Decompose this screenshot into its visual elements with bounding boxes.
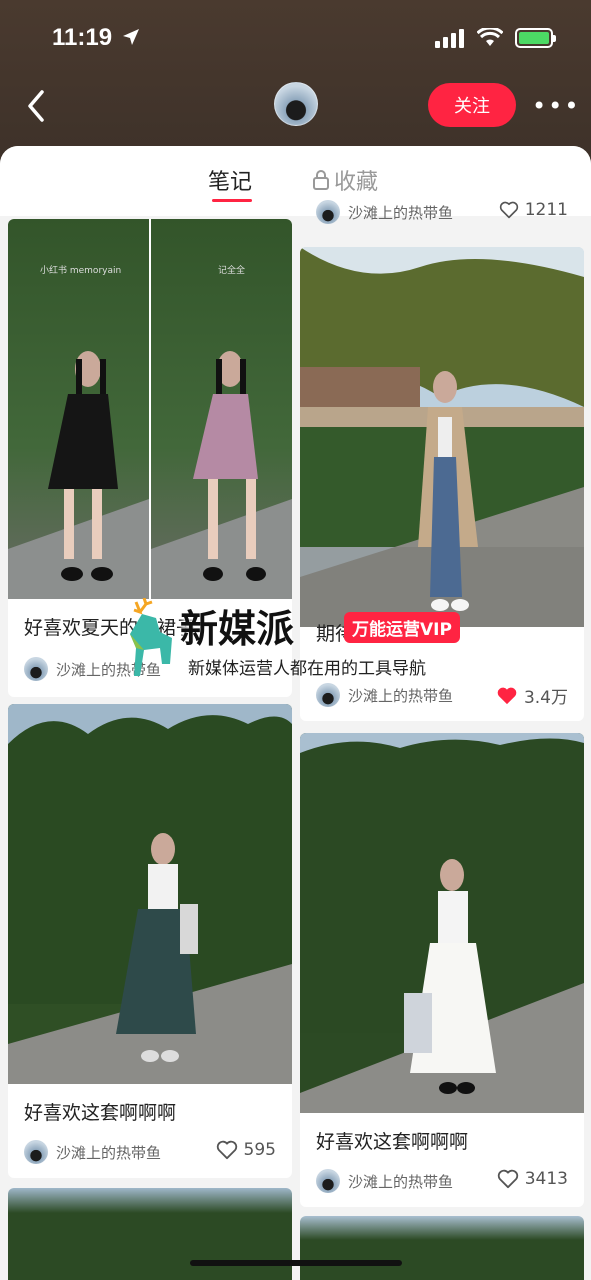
wifi-icon [477,28,503,46]
watermark-subtitle: 新媒体运营人都在用的工具导航 [188,659,426,679]
note-photo: 小红书 memoryain 记全全 [8,219,292,599]
back-button[interactable] [24,88,48,128]
note-photo [300,1216,584,1280]
card-author: 沙滩上的热带鱼 [24,1140,161,1164]
author-avatar [316,1169,340,1193]
watermark-title: 新媒派 [180,607,295,651]
back-chevron-icon [28,90,44,122]
watermark-badge: 万能运营VIP [344,612,460,643]
more-options-icon[interactable]: ••• [532,92,580,120]
like-count[interactable]: 3.4万 [496,683,568,708]
heart-icon [216,1140,237,1160]
photo-watermark-left: 小红书 memoryain [40,264,121,276]
status-time: 11:19 [52,24,141,52]
author-avatar [316,200,340,224]
note-card[interactable] [8,1188,292,1280]
note-photo [8,1188,292,1280]
follow-button[interactable]: 关注 [428,83,516,127]
lock-icon [313,170,329,190]
status-icons [435,28,556,48]
like-count[interactable]: 1211 [499,200,568,220]
like-count[interactable]: 3413 [497,1169,568,1189]
note-card[interactable]: 好喜欢这套啊啊啊 沙滩上的热带鱼 3413 [300,733,584,1207]
tab-collect[interactable]: 收藏 [312,164,378,196]
card-title: 好喜欢这套啊啊啊 [316,1131,469,1153]
card-author: 沙滩上的热带鱼 [316,200,453,224]
top-bar: 11:19 关注 ••• [0,0,591,170]
note-card-top-right[interactable]: 沙滩上的热带鱼 1211 [300,194,584,226]
home-indicator[interactable] [190,1260,402,1266]
photo-watermark-right: 记全全 [218,264,245,276]
heart-icon [497,687,517,704]
heart-icon [499,201,518,219]
note-photo [300,733,584,1113]
battery-icon [515,28,556,48]
heart-icon [497,1169,518,1189]
note-card[interactable]: 好喜欢这套啊啊啊 沙滩上的热带鱼 595 [8,704,292,1178]
note-card[interactable] [300,1216,584,1280]
notes-sheet: 笔记 收藏 沙滩上的热带鱼 1211 小红书 memoryain 记全全 好喜欢… [0,146,591,1280]
card-author: 沙滩上的热带鱼 [316,683,453,707]
active-tab-indicator [212,199,252,202]
signal-icon [435,29,464,48]
profile-avatar[interactable] [274,82,318,126]
card-title: 好喜欢这套啊啊啊 [24,1102,177,1124]
note-photo [300,247,584,627]
watermark-overlay: 新媒派 万能运营VIP 新媒体运营人都在用的工具导航 [122,598,482,680]
tab-notes[interactable]: 笔记 [208,164,252,196]
author-avatar [316,683,340,707]
like-count[interactable]: 595 [216,1140,276,1160]
author-avatar [24,1140,48,1164]
note-photo [8,704,292,1084]
location-arrow-icon [122,29,139,45]
deer-logo-icon [130,598,172,676]
author-avatar [24,657,48,681]
card-author: 沙滩上的热带鱼 [316,1169,453,1193]
